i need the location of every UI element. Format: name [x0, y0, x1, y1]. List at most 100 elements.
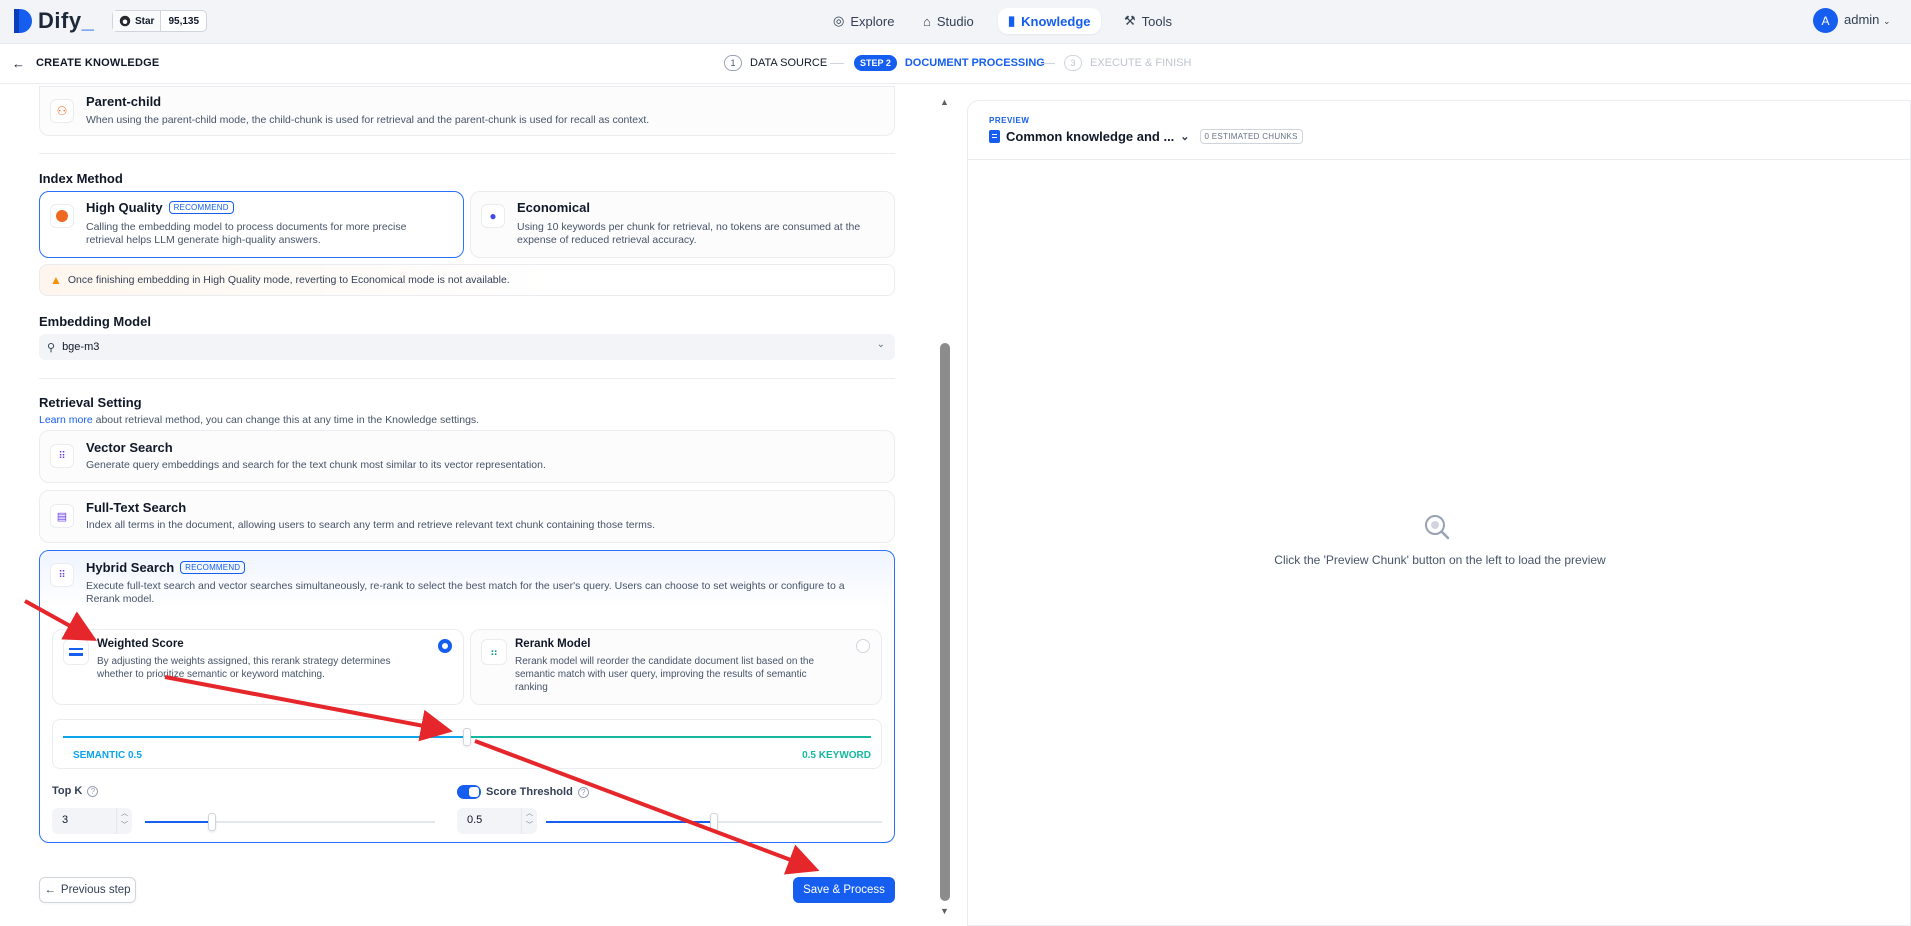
semantic-weight-label: SEMANTIC 0.5	[73, 750, 142, 761]
recommend-badge: RECOMMEND	[168, 201, 234, 214]
high-quality-description: Calling the embedding model to process d…	[86, 221, 407, 246]
full-text-search-title: Full-Text Search	[86, 500, 187, 515]
avatar[interactable]: A	[1813, 8, 1838, 33]
nav-studio[interactable]: ⌂ Studio	[913, 8, 984, 34]
piggy-bank-icon: ●	[481, 204, 505, 228]
high-quality-title: High Quality	[86, 200, 163, 215]
weighted-score-description: By adjusting the weights assigned, this …	[97, 656, 391, 680]
parent-child-icon: ⚇	[50, 99, 74, 123]
app-logo[interactable]: Dify_	[38, 8, 94, 34]
estimated-chunks-badge: 0 ESTIMATED CHUNKS	[1199, 129, 1303, 144]
high-quality-option[interactable]: High Quality RECOMMEND Calling the embed…	[39, 191, 464, 258]
create-knowledge-stepbar: ← CREATE KNOWLEDGE 1 DATA SOURCE STEP 2 …	[0, 44, 1911, 84]
rerank-model-title: Rerank Model	[515, 638, 591, 650]
help-circle-icon: ?	[87, 785, 99, 797]
book-icon: ▮	[1008, 13, 1016, 28]
keyword-weight-label: 0.5 KEYWORD	[802, 750, 871, 761]
github-star-count: 95,135	[168, 15, 200, 27]
previous-step-button[interactable]: ← Previous step	[39, 877, 136, 903]
vector-search-title: Vector Search	[86, 440, 173, 455]
preview-empty-text: Click the 'Preview Chunk' button on the …	[1274, 553, 1606, 567]
step-execute-finish: 3 EXECUTE & FINISH	[1064, 55, 1191, 71]
github-icon	[119, 15, 131, 27]
scroll-down-icon[interactable]: ▼	[940, 906, 949, 916]
rerank-model-option[interactable]: ⠶ Rerank Model Rerank model will reorder…	[470, 629, 882, 705]
chevron-down-icon: ⌄	[876, 339, 885, 350]
vector-search-option[interactable]: ⠿ Vector Search Generate query embedding…	[39, 430, 895, 483]
weighted-score-option[interactable]: Weighted Score By adjusting the weights …	[52, 629, 464, 705]
stepper-icon[interactable]: ︿ ﹀	[116, 808, 132, 834]
nav-tools[interactable]: ⚒ Tools	[1114, 8, 1182, 34]
weight-slider-panel: SEMANTIC 0.5 0.5 KEYWORD	[52, 719, 882, 769]
model-provider-icon: ⚲	[47, 341, 56, 354]
index-mode-warning: ▲ Once finishing embedding in High Quali…	[39, 264, 895, 296]
back-arrow-icon[interactable]: ←	[12, 56, 25, 71]
search-preview-icon	[1423, 513, 1451, 544]
preview-panel: PREVIEW Common knowledge and ... ⌄ 0 EST…	[967, 100, 1911, 926]
compass-icon: ◎	[833, 13, 845, 28]
nav-knowledge[interactable]: ▮ Knowledge	[998, 8, 1101, 34]
hybrid-search-option[interactable]: ⠿ Hybrid Search RECOMMEND Execute full-t…	[39, 550, 895, 843]
economical-description: Using 10 keywords per chunk for retrieva…	[517, 221, 861, 246]
top-k-slider-thumb[interactable]	[207, 813, 216, 831]
rerank-model-description: Rerank model will reorder the candidate …	[515, 656, 815, 693]
weighted-score-radio[interactable]	[438, 639, 452, 653]
parent-child-description: When using the parent-child mode, the ch…	[86, 114, 650, 126]
parent-child-mode-card[interactable]: ⚇ Parent-child When using the parent-chi…	[39, 86, 895, 136]
retrieval-help-text: Learn more about retrieval method, you c…	[39, 414, 480, 426]
arrow-left-icon: ←	[44, 884, 56, 896]
top-k-label: Top K?	[52, 785, 99, 797]
top-k-input[interactable]: 3 ︿ ﹀	[52, 808, 132, 834]
chevron-down-icon: ⌄	[1180, 131, 1190, 143]
score-threshold-input[interactable]: 0.5 ︿ ﹀	[457, 808, 537, 834]
user-menu[interactable]: admin ⌄	[1844, 12, 1891, 27]
document-search-icon: ▤	[50, 504, 74, 528]
hammer-icon: ⚒	[1124, 13, 1136, 28]
vector-search-description: Generate query embeddings and search for…	[86, 459, 546, 471]
rerank-icon: ⠶	[481, 639, 507, 665]
embedding-model-select[interactable]: ⚲ bge-m3 ⌄	[39, 334, 895, 360]
top-navigation-bar: Dify_ Star 95,135 ◎ Explore ⌂ Studio ▮ K…	[0, 0, 1911, 44]
score-threshold-label: Score Threshold?	[457, 785, 589, 799]
hybrid-search-title: Hybrid Search	[86, 560, 175, 575]
document-icon	[989, 130, 1000, 143]
embedding-model-heading: Embedding Model	[39, 314, 151, 329]
weighted-score-title: Weighted Score	[97, 638, 184, 650]
economical-option[interactable]: ● Economical Using 10 keywords per chunk…	[470, 191, 895, 258]
full-text-search-description: Index all terms in the document, allowin…	[86, 519, 656, 531]
scroll-up-icon[interactable]: ▲	[940, 97, 949, 107]
score-threshold-slider[interactable]	[546, 813, 882, 831]
top-k-slider[interactable]	[145, 813, 435, 831]
high-quality-icon	[50, 204, 74, 228]
preview-label: PREVIEW	[989, 116, 1030, 125]
dify-logo-icon[interactable]	[14, 9, 32, 33]
github-star-widget[interactable]: Star 95,135	[112, 10, 208, 32]
score-threshold-toggle[interactable]	[457, 785, 481, 799]
hybrid-search-description: Execute full-text search and vector sear…	[86, 580, 845, 605]
chevron-down-icon: ⌄	[1883, 16, 1891, 26]
step-document-processing: STEP 2 DOCUMENT PROCESSING	[854, 55, 1045, 71]
full-text-search-option[interactable]: ▤ Full-Text Search Index all terms in th…	[39, 490, 895, 543]
weight-slider-thumb[interactable]	[463, 728, 471, 746]
warning-icon: ▲	[50, 273, 62, 287]
index-method-heading: Index Method	[39, 171, 123, 186]
nav-explore[interactable]: ◎ Explore	[823, 8, 904, 34]
score-threshold-slider-thumb[interactable]	[710, 813, 718, 831]
vector-grid-icon: ⠿	[50, 444, 74, 468]
economical-title: Economical	[517, 200, 590, 215]
robot-icon: ⌂	[923, 13, 931, 29]
recommend-badge: RECOMMEND	[180, 561, 246, 574]
scrollbar-thumb[interactable]	[940, 343, 950, 901]
step-data-source[interactable]: 1 DATA SOURCE	[724, 55, 827, 71]
weighted-score-icon	[63, 639, 89, 665]
preview-document-select[interactable]: Common knowledge and ... ⌄ 0 ESTIMATED C…	[989, 129, 1303, 144]
save-and-process-button[interactable]: Save & Process	[793, 877, 895, 903]
hybrid-grid-icon: ⠿	[50, 563, 74, 587]
github-star-label: Star	[135, 15, 155, 27]
learn-more-link[interactable]: Learn more	[39, 414, 93, 426]
retrieval-setting-heading: Retrieval Setting	[39, 395, 142, 410]
help-circle-icon: ?	[577, 786, 589, 798]
stepper-icon[interactable]: ︿ ﹀	[521, 808, 537, 834]
rerank-model-radio[interactable]	[856, 639, 870, 653]
page-title: CREATE KNOWLEDGE	[36, 57, 160, 69]
